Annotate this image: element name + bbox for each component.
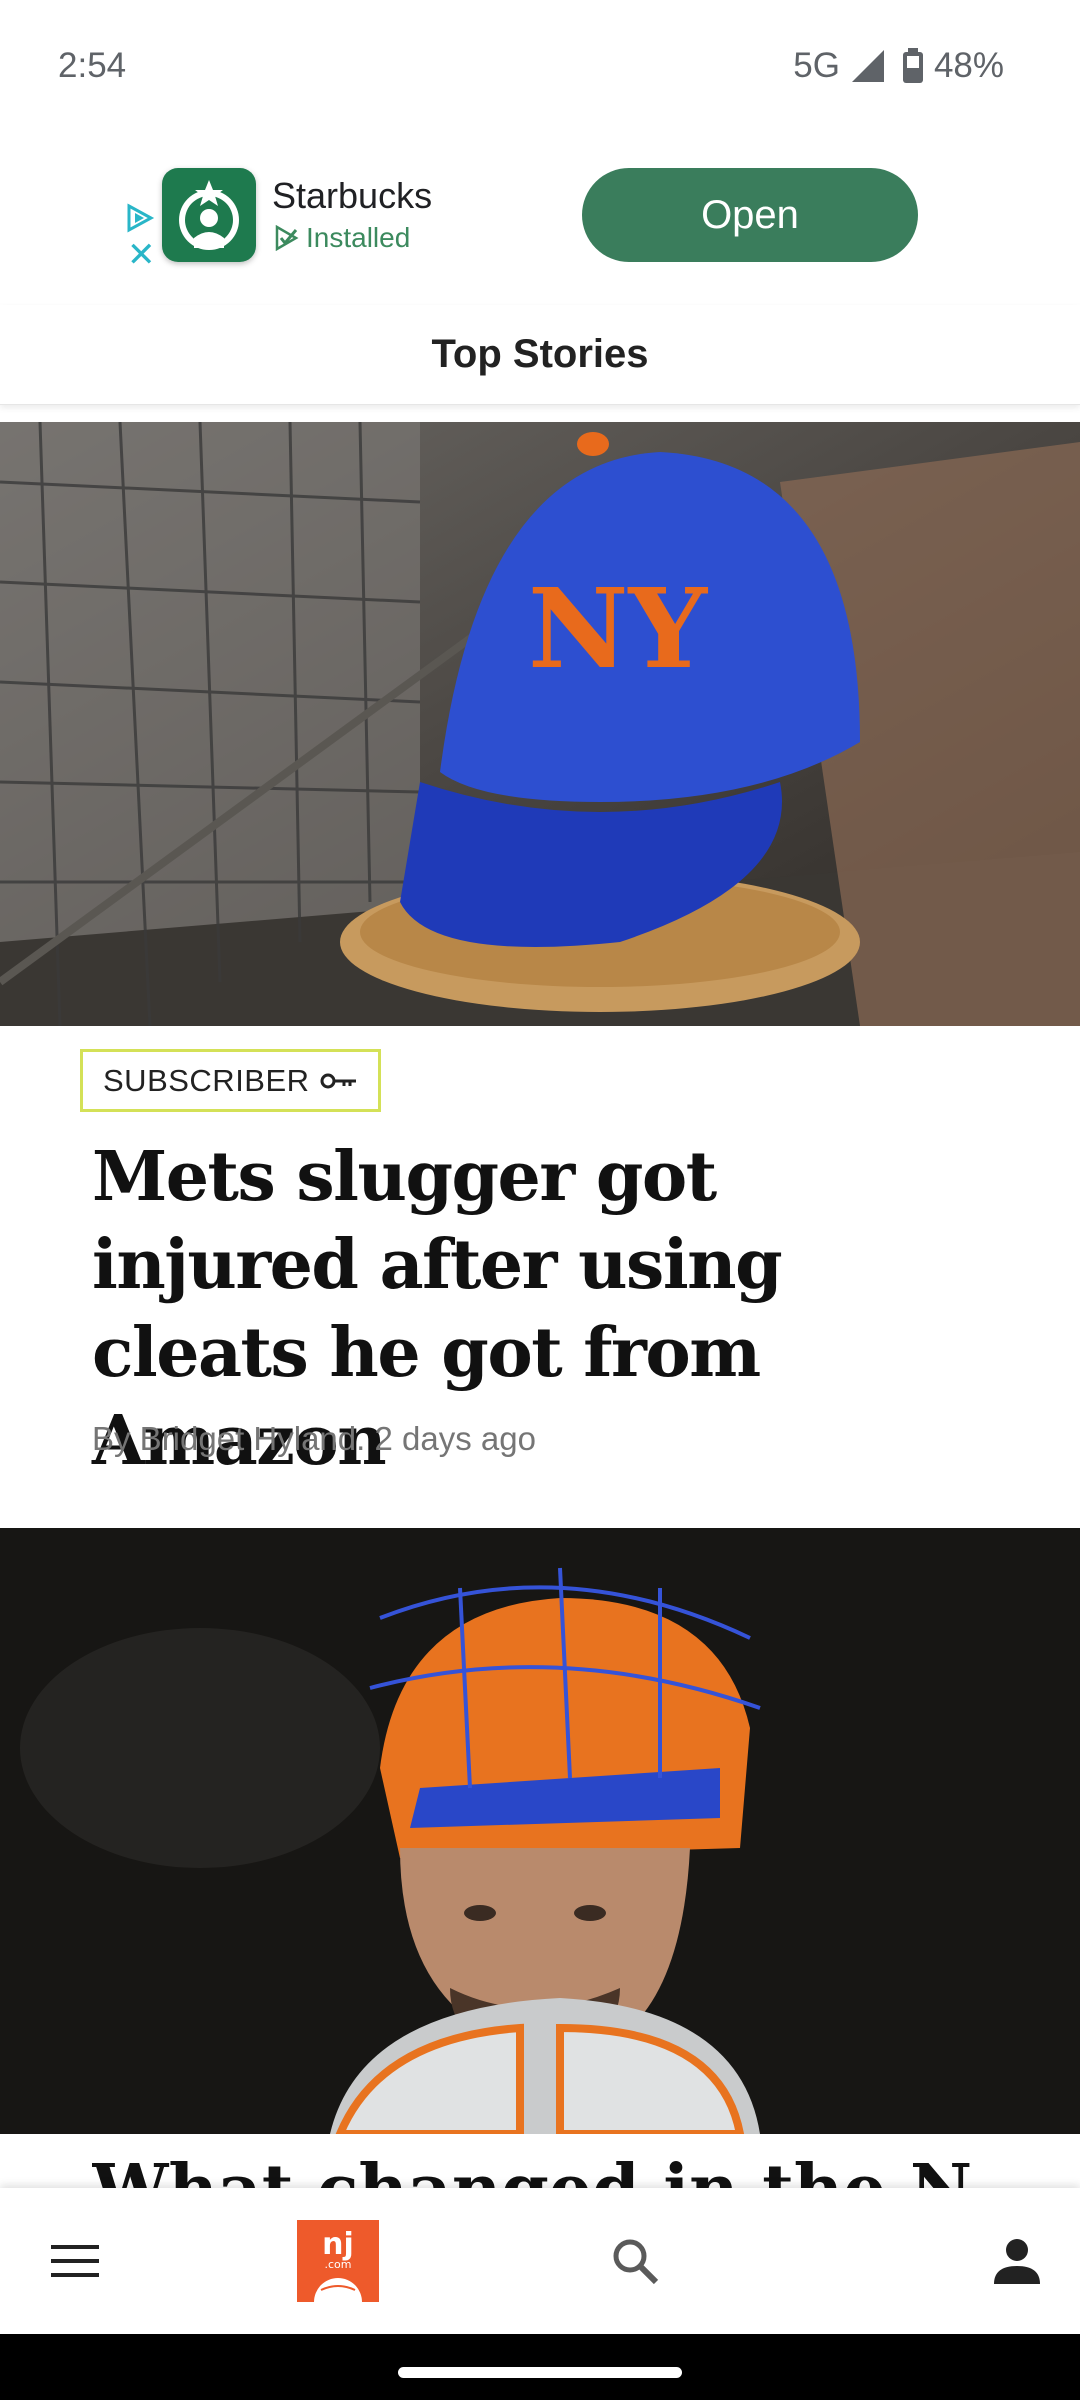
- story-2-headline[interactable]: What changed in the N: [92, 2150, 992, 2190]
- home-logo-button[interactable]: nj .com: [290, 2188, 386, 2334]
- battery-icon: [902, 48, 923, 83]
- ad-app-name: Starbucks: [272, 175, 433, 216]
- section-title: Top Stories: [0, 305, 1080, 405]
- story-1-byline: By Bridget Hyland. 2 days ago: [92, 1420, 536, 1457]
- subscriber-badge: SUBSCRIBER: [80, 1049, 381, 1112]
- menu-button[interactable]: [30, 2188, 120, 2334]
- home-gesture-handle[interactable]: [398, 2367, 682, 2378]
- svg-text:.com: .com: [325, 2258, 352, 2271]
- installed-check-icon: [275, 225, 299, 251]
- svg-text:nj: nj: [322, 2227, 354, 2262]
- signal-icon: [851, 50, 884, 82]
- account-icon: [994, 2239, 1040, 2284]
- bottom-nav: nj .com: [0, 2188, 1080, 2334]
- menu-icon: [51, 2245, 99, 2277]
- status-bar: 2:54 5G 48%: [0, 0, 1080, 135]
- ad-installed-label: Installed: [306, 222, 411, 253]
- ad-open-button[interactable]: Open: [582, 168, 918, 262]
- account-button[interactable]: [972, 2188, 1062, 2334]
- search-button[interactable]: [590, 2188, 680, 2334]
- svg-text:NY: NY: [528, 564, 709, 693]
- search-icon: [613, 2239, 659, 2285]
- ad-close-icon[interactable]: ✕: [127, 238, 156, 272]
- ad-banner[interactable]: ✕ Starbucks Installed Open: [0, 135, 1080, 290]
- story-1-image[interactable]: NY: [0, 422, 1080, 1026]
- network-label: 5G: [793, 46, 840, 85]
- battery-percent: 48%: [933, 46, 1004, 85]
- story-2-image[interactable]: [0, 1528, 1080, 2134]
- ad-installed-status: Installed: [274, 222, 410, 254]
- key-icon: [320, 1073, 356, 1088]
- nj-logo-icon: nj .com: [297, 2220, 379, 2302]
- subscriber-label: SUBSCRIBER: [103, 1062, 310, 1098]
- status-icons: 5G 48%: [793, 46, 1004, 86]
- adchoices-icon[interactable]: [125, 203, 155, 233]
- starbucks-app-icon: [162, 168, 256, 262]
- status-time: 2:54: [58, 46, 127, 85]
